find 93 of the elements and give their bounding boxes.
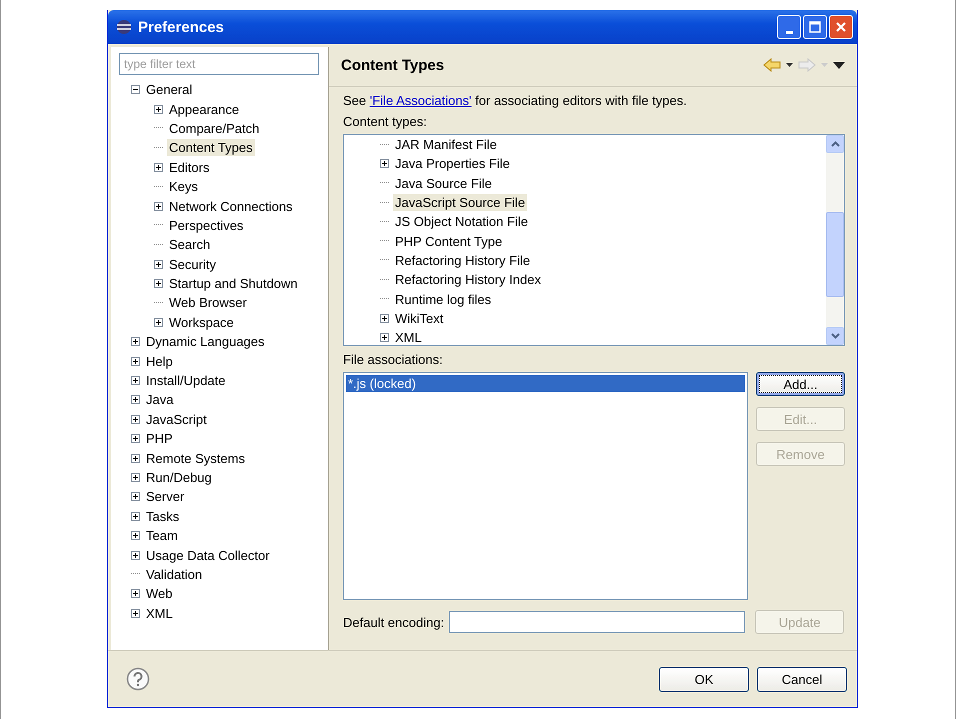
expander-icon[interactable] — [131, 414, 140, 424]
expander-icon[interactable] — [131, 608, 140, 618]
window-title: Preferences — [138, 18, 225, 36]
expander-icon[interactable] — [154, 279, 163, 288]
caret-icon[interactable] — [786, 63, 793, 67]
tree-item[interactable]: Tasks — [144, 508, 182, 525]
tree-item[interactable]: Web — [144, 585, 174, 602]
tree-item[interactable]: XML — [393, 329, 424, 346]
dialog-button[interactable]: Add... — [756, 372, 845, 396]
expander-icon[interactable] — [131, 395, 140, 404]
dialog-button[interactable]: Cancel — [757, 666, 847, 692]
expander-icon[interactable] — [131, 434, 140, 444]
tree-item[interactable]: Run/Debug — [144, 469, 214, 486]
tree-item[interactable]: JAR Manifest File — [393, 136, 499, 154]
tree-item[interactable]: General — [144, 81, 194, 98]
list-item[interactable]: *.js (locked) — [346, 375, 745, 392]
expander-icon[interactable] — [131, 356, 140, 366]
expander-icon[interactable] — [131, 550, 140, 560]
scroll-thumb[interactable] — [826, 212, 844, 297]
expander-icon[interactable] — [154, 260, 163, 269]
close-icon — [835, 21, 847, 33]
chevron-up-icon — [830, 141, 840, 147]
tree-item[interactable]: JavaScript Source File — [393, 194, 528, 212]
tree-item[interactable]: Startup and Shutdown — [167, 275, 300, 292]
filter-field[interactable]: type filter text — [119, 53, 319, 75]
tree-item[interactable]: JavaScript — [144, 410, 209, 428]
tree-item[interactable]: Refactoring History File — [393, 252, 532, 269]
expander-icon[interactable] — [380, 333, 389, 342]
expander-icon[interactable] — [154, 318, 163, 327]
tree-item[interactable]: JS Object Notation File — [393, 213, 530, 230]
section-label: Content types: — [343, 114, 428, 129]
tree-item[interactable]: Workspace — [167, 314, 236, 331]
minimize-button[interactable] — [777, 15, 801, 39]
scroll-down-button[interactable] — [826, 327, 844, 345]
chevron-down-icon — [830, 333, 840, 339]
encoding-label: Default encoding: — [343, 614, 444, 630]
expander-icon[interactable] — [131, 473, 140, 482]
expander-icon[interactable] — [154, 104, 163, 114]
tree-item[interactable]: Refactoring History Index — [393, 271, 543, 288]
tree-item[interactable]: Team — [144, 527, 180, 544]
expander-icon[interactable] — [131, 376, 140, 386]
section-label: File associations: — [343, 352, 444, 367]
file-associations-link[interactable]: 'File Associations' — [370, 93, 472, 108]
expander-icon[interactable] — [154, 202, 163, 211]
tree-item[interactable]: Java Source File — [393, 174, 494, 192]
minimize-icon — [786, 30, 792, 34]
tree-item[interactable]: Keys — [167, 178, 200, 196]
back-arrow-icon[interactable] — [763, 58, 781, 72]
scroll-up-button[interactable] — [826, 135, 844, 153]
expander-icon[interactable] — [380, 159, 389, 168]
tree-item[interactable]: Web Browser — [167, 294, 249, 312]
tree-item[interactable]: Content Types — [167, 139, 255, 156]
tree-item[interactable]: Perspectives — [167, 216, 246, 234]
tree-item[interactable]: Security — [167, 256, 218, 273]
view-menu-icon[interactable] — [833, 62, 845, 68]
expander-icon[interactable] — [131, 589, 140, 598]
globe-icon — [116, 19, 132, 35]
tree-item[interactable]: Validation — [144, 566, 204, 583]
tree-item[interactable]: Server — [144, 488, 186, 506]
expander-icon[interactable] — [131, 512, 140, 521]
tree-item[interactable]: Network Connections — [167, 198, 295, 215]
encoding-field[interactable] — [449, 611, 746, 633]
tree-item[interactable]: Dynamic Languages — [144, 333, 267, 350]
expander-icon[interactable] — [380, 314, 389, 323]
page-title: Content Types — [341, 56, 446, 74]
description-text: See 'File Associations' for associating editors with file types. — [343, 93, 688, 108]
close-button[interactable] — [829, 15, 853, 39]
tree-item[interactable]: Usage Data Collector — [144, 546, 272, 564]
tree-item[interactable]: Search — [167, 236, 212, 254]
tree-item[interactable]: PHP Content Type — [393, 232, 504, 250]
expander-icon[interactable] — [131, 337, 140, 346]
maximize-button[interactable] — [803, 15, 827, 39]
tree-item[interactable]: XML — [144, 604, 175, 622]
expander-icon[interactable] — [131, 531, 140, 540]
expander-icon[interactable] — [131, 492, 140, 502]
tree-item[interactable]: Compare/Patch — [167, 120, 262, 137]
tree-item[interactable]: Java Properties File — [393, 155, 512, 172]
tree-item[interactable]: Install/Update — [144, 372, 228, 390]
tree-item[interactable]: WikiText — [393, 310, 446, 327]
tree-item[interactable]: Editors — [167, 158, 212, 176]
tree-item[interactable]: Appearance — [167, 100, 242, 118]
tree-item[interactable]: Help — [144, 352, 175, 370]
tree-item[interactable]: Remote Systems — [144, 450, 247, 467]
expander-icon[interactable] — [131, 454, 140, 463]
expander-icon[interactable] — [154, 162, 163, 172]
expander-icon[interactable] — [131, 85, 140, 94]
tree-item[interactable]: Runtime log files — [393, 290, 494, 308]
tree-item[interactable]: Java — [144, 391, 176, 408]
scrollbar[interactable] — [826, 135, 844, 345]
dialog-button[interactable]: OK — [659, 666, 749, 692]
tree-item[interactable]: PHP — [144, 430, 175, 448]
maximize-icon — [809, 21, 821, 33]
help-icon[interactable] — [126, 667, 150, 691]
